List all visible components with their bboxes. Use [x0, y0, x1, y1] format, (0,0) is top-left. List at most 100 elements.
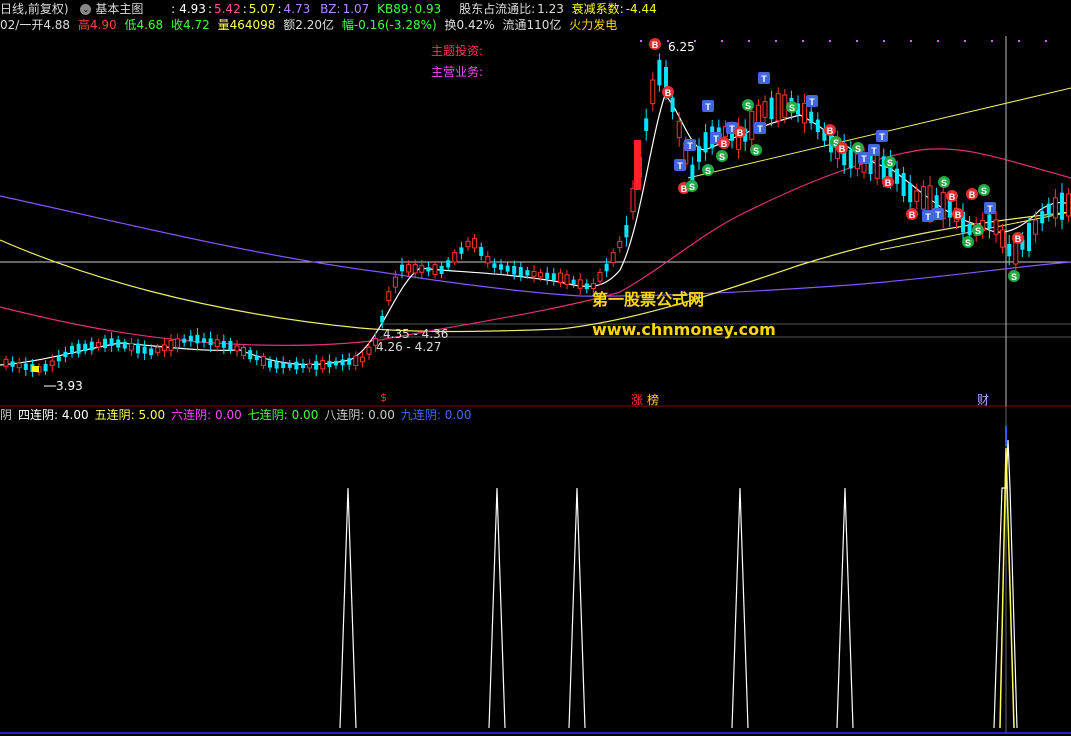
candle-up	[1000, 229, 1006, 248]
candle-down	[848, 149, 853, 169]
indicator-header: 阴四连阴: 4.00 五连阴: 5.00 六连阴: 0.00 七连阴: 0.00 八连阴…	[0, 407, 477, 423]
signal-s-badge: S	[716, 150, 728, 162]
chart-canvas[interactable]: BBTB STTST BST BSSTTSTBSB STTTSBB T TSBBSB STSB…	[0, 0, 1071, 736]
candle-up	[432, 264, 438, 276]
concept-value: 火力发电	[569, 18, 618, 32]
kb-label: KB89:	[377, 2, 413, 16]
candle-up	[452, 251, 458, 263]
candle-up	[1066, 193, 1071, 217]
candle-down	[947, 200, 952, 218]
svg-text:B: B	[839, 144, 846, 154]
svg-text:T: T	[757, 124, 763, 134]
candle-up	[392, 276, 398, 288]
candle-up	[557, 272, 563, 283]
peak-price-label: 6.25	[668, 40, 695, 54]
candle-up	[802, 102, 808, 124]
indicator-item-2: 五连阴: 5.00	[94, 408, 166, 422]
candle-down	[703, 132, 708, 153]
candle-down	[987, 214, 992, 229]
candle-down	[142, 346, 147, 354]
candle-down	[347, 358, 352, 365]
turn-value: 0.42%	[456, 18, 495, 32]
candle-down	[195, 334, 200, 344]
candle-down	[584, 283, 589, 290]
candle-up	[1033, 219, 1039, 235]
top-dot	[937, 40, 939, 42]
ma-value-0: 4.93	[179, 2, 206, 16]
svg-text:S: S	[981, 186, 987, 196]
marker-bang[interactable]: 榜	[647, 391, 659, 408]
candle-down	[254, 355, 259, 361]
candle-down	[83, 343, 88, 352]
candle-down	[188, 335, 193, 342]
spike-four-down	[731, 487, 749, 729]
watermark-url: www.chnmoney.com	[592, 320, 776, 339]
ma-values: 4.93:5.42:5.07:4.73	[179, 2, 311, 16]
candle-down	[624, 225, 629, 238]
candle-down	[571, 279, 576, 285]
signal-t-badge: T	[754, 122, 766, 134]
candle-down	[56, 356, 61, 362]
candle-up	[650, 79, 656, 105]
chart-header-quote: 02/一开4.88 高4.90 低4.68 收4.72 量464098 额2.2…	[0, 17, 621, 33]
spike-four-down	[488, 487, 506, 729]
top-dot	[640, 40, 642, 42]
turn-label: 换	[444, 18, 457, 32]
top-dot	[829, 40, 831, 42]
candle-up	[762, 101, 768, 118]
svg-text:T: T	[879, 132, 885, 142]
candle-up	[597, 271, 603, 282]
svg-text:B: B	[949, 192, 956, 202]
candle-down	[551, 273, 556, 281]
signal-s-badge: S	[962, 236, 974, 248]
candle-down	[182, 338, 187, 343]
signal-s-badge: S	[702, 164, 714, 176]
top-dot	[883, 40, 885, 42]
candle-down	[294, 361, 299, 370]
svg-text:T: T	[935, 210, 941, 220]
marker-cai[interactable]: 财	[977, 391, 989, 408]
low-value: 4.68	[136, 18, 164, 32]
candle-up	[320, 360, 326, 370]
yellow-marker	[32, 366, 39, 372]
signal-t-badge: T	[702, 100, 714, 112]
ma-value-2: 5.07	[248, 2, 276, 16]
candle-down	[525, 270, 530, 276]
chevron-down-icon[interactable]: ⌄	[80, 4, 92, 15]
candle-down	[116, 339, 121, 348]
candle-down	[268, 360, 272, 368]
signal-s-badge: S	[884, 156, 896, 168]
chg-value: -0.16(-3.28%)	[353, 18, 437, 32]
candle-up	[993, 219, 999, 235]
indicator-item-3: 六连阴: 0.00	[171, 408, 242, 422]
candle-up	[3, 358, 9, 367]
candle-down	[545, 272, 550, 279]
candle-down	[908, 183, 913, 203]
candle-down	[809, 111, 814, 124]
candle-up	[538, 272, 544, 278]
candle-down	[479, 247, 484, 256]
marker-s[interactable]: $	[380, 391, 387, 404]
candle-down	[512, 265, 517, 275]
candle-up	[95, 341, 101, 348]
top-dot	[721, 40, 723, 42]
svg-text:T: T	[705, 102, 711, 112]
ma-value-1: 5.42	[213, 2, 241, 16]
candle-up	[366, 346, 372, 355]
main-business-label: 主营业务:	[431, 65, 484, 79]
amt-value: 2.20亿	[295, 18, 334, 32]
marker-zhang[interactable]: 涨	[631, 391, 643, 408]
candle-up	[485, 255, 491, 264]
signal-b-badge: B	[836, 142, 848, 154]
candle-up	[564, 274, 570, 286]
candle-down	[380, 315, 385, 323]
template-select[interactable]: 基本主图	[95, 2, 143, 16]
candle-up	[412, 263, 418, 274]
open-value: 4.88	[43, 18, 71, 32]
svg-text:B: B	[969, 190, 976, 200]
candle-down	[221, 340, 226, 348]
candle-up	[161, 344, 167, 351]
svg-text:S: S	[745, 101, 751, 111]
signal-s-badge: S	[1008, 270, 1020, 282]
candle-down	[327, 360, 332, 367]
